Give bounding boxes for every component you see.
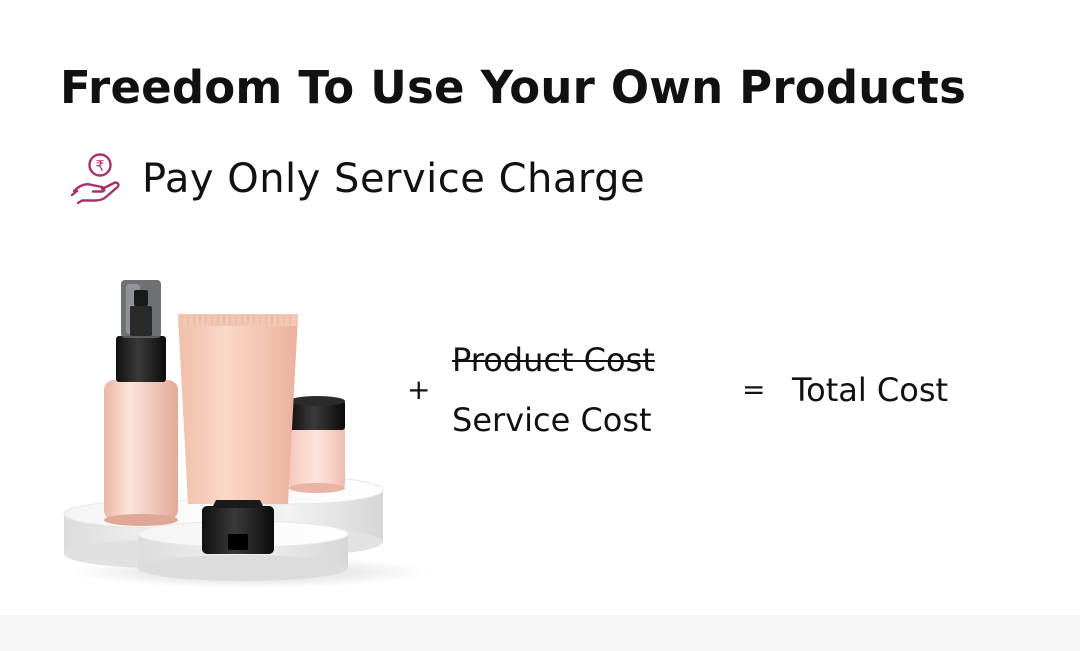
bottom-band <box>0 615 1080 651</box>
svg-text:₹: ₹ <box>96 159 105 175</box>
page-title: Freedom To Use Your Own Products <box>60 61 967 114</box>
feature-label: Pay Only Service Charge <box>142 156 646 202</box>
plus-sign: + <box>407 373 431 406</box>
service-charge-feature: ₹ Pay Only Service Charge <box>68 148 645 210</box>
product-cost-label: Product Cost <box>452 341 655 379</box>
promo-card: Freedom To Use Your Own Products ₹ Pay O… <box>0 0 1080 615</box>
hand-rupee-icon: ₹ <box>70 153 120 205</box>
equals-sign: = <box>742 373 766 406</box>
total-cost-label: Total Cost <box>792 371 949 409</box>
cosmetic-products-icon <box>63 280 430 588</box>
service-cost-label: Service Cost <box>452 401 652 439</box>
